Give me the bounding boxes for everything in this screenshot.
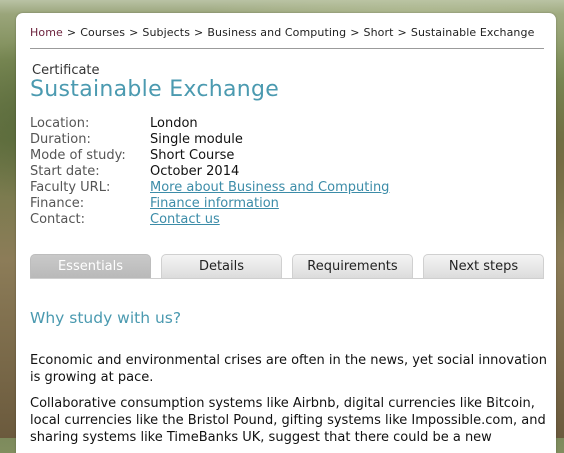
detail-row-contact: Contact: Contact us xyxy=(30,212,389,228)
detail-row-faculty-url: Faculty URL: More about Business and Com… xyxy=(30,180,389,196)
tab-bar: Essentials Details Requirements Next ste… xyxy=(30,254,544,279)
intro-paragraph: Economic and environmental crises are of… xyxy=(30,353,547,385)
page-title: Sustainable Exchange xyxy=(30,77,280,102)
course-type: Certificate xyxy=(32,63,100,78)
breadcrumb-subjects[interactable]: Subjects xyxy=(142,26,190,39)
breadcrumb-separator: > xyxy=(66,26,77,39)
tab-requirements[interactable]: Requirements xyxy=(292,254,413,278)
detail-label: Mode of study: xyxy=(30,148,126,163)
faculty-link[interactable]: More about Business and Computing xyxy=(150,180,389,196)
detail-row-duration: Duration: Single module xyxy=(30,132,389,148)
tab-essentials[interactable]: Essentials xyxy=(30,254,151,278)
breadcrumb-short[interactable]: Short xyxy=(364,26,394,39)
detail-label: Finance: xyxy=(30,196,85,211)
detail-label: Duration: xyxy=(30,132,91,147)
breadcrumb-separator: > xyxy=(129,26,139,39)
detail-value: October 2014 xyxy=(150,164,240,179)
detail-value: London xyxy=(150,116,198,131)
detail-value: Short Course xyxy=(150,148,235,163)
course-details: Location: London Duration: Single module… xyxy=(30,116,389,228)
finance-link[interactable]: Finance information xyxy=(150,196,279,212)
breadcrumb-separator: > xyxy=(194,26,204,39)
detail-row-location: Location: London xyxy=(30,116,389,132)
detail-value: Single module xyxy=(150,132,243,147)
detail-row-mode: Mode of study: Short Course xyxy=(30,148,389,164)
body-paragraph: Collaborative consumption systems like A… xyxy=(30,396,546,445)
breadcrumb-home[interactable]: Home xyxy=(30,26,63,39)
detail-label: Faculty URL: xyxy=(30,180,111,195)
section-heading: Why study with us? xyxy=(30,309,182,327)
breadcrumb: Home > Courses > Subjects > Business and Compu… xyxy=(30,26,534,39)
contact-link[interactable]: Contact us xyxy=(150,212,220,228)
tab-details[interactable]: Details xyxy=(161,254,282,278)
content-panel: Home > Courses > Subjects > Business and Compu… xyxy=(16,13,556,453)
detail-row-start-date: Start date: October 2014 xyxy=(30,164,389,180)
breadcrumb-current: Sustainable Exchange xyxy=(410,26,535,39)
tab-next-steps[interactable]: Next steps xyxy=(423,254,544,278)
breadcrumb-divider xyxy=(30,48,544,49)
detail-label: Location: xyxy=(30,116,90,131)
breadcrumb-courses[interactable]: Courses xyxy=(80,26,125,39)
detail-label: Start date: xyxy=(30,164,100,179)
breadcrumb-separator: > xyxy=(397,26,407,39)
detail-label: Contact: xyxy=(30,212,85,227)
tab-divider xyxy=(30,278,544,279)
detail-row-finance: Finance: Finance information xyxy=(30,196,389,212)
breadcrumb-business-computing[interactable]: Business and Computing xyxy=(207,26,346,39)
breadcrumb-separator: > xyxy=(350,26,360,39)
